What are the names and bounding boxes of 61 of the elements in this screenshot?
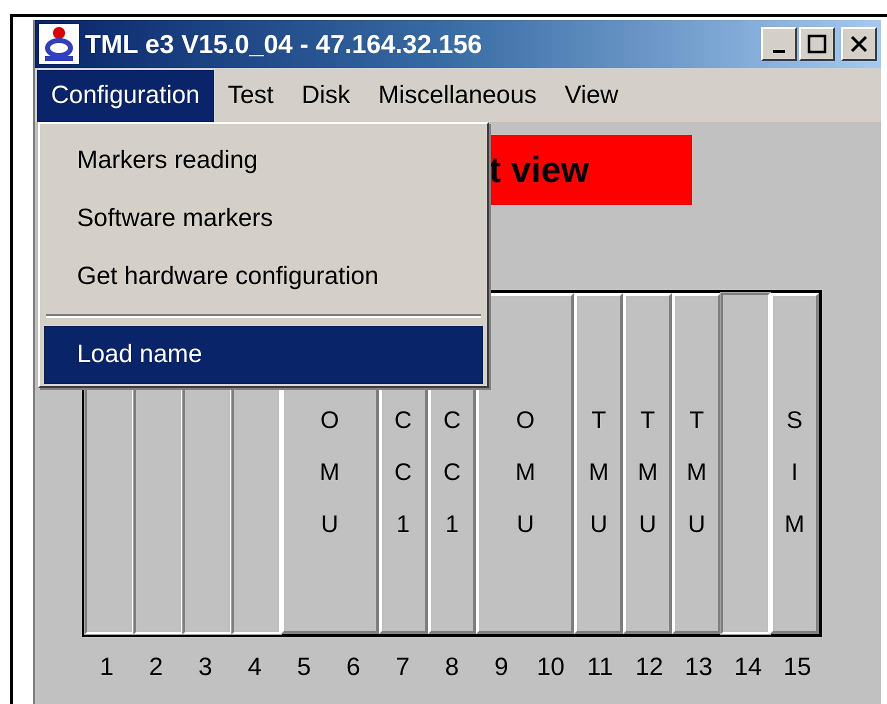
module-letter: M: [638, 458, 658, 488]
slot-number: 15: [782, 652, 812, 683]
module-letter: U: [320, 510, 338, 540]
maximize-icon: [806, 33, 828, 55]
menu-item[interactable]: Test: [214, 70, 288, 122]
module-letter: U: [590, 510, 608, 540]
minimize-icon: [773, 50, 785, 52]
menu-item[interactable]: Disk: [288, 70, 364, 122]
slot-number: 6: [345, 652, 362, 683]
module-card[interactable]: T M U: [574, 293, 624, 634]
module-letter: 1: [396, 510, 410, 540]
module-letter: M: [784, 510, 805, 540]
module-letter: M: [588, 458, 609, 488]
module-letter: T: [689, 406, 704, 436]
module-letter: U: [639, 510, 656, 540]
module-letter: M: [515, 458, 536, 488]
dropdown-item[interactable]: Software markers: [44, 190, 483, 248]
slot-number: 11: [586, 652, 614, 683]
module-letter: U: [688, 510, 706, 540]
slot-number: 1: [98, 652, 115, 683]
module-letter: S: [786, 406, 803, 436]
minimize-button[interactable]: [761, 27, 797, 61]
dropdown-item[interactable]: Markers reading: [44, 132, 483, 190]
close-button[interactable]: [841, 27, 877, 61]
module-card[interactable]: S I M: [770, 293, 819, 634]
module-letter: C: [394, 406, 412, 436]
slot-number: 2: [148, 652, 164, 683]
module-letter: C: [443, 458, 461, 488]
module-card[interactable]: O M U: [476, 293, 574, 634]
slot-number: 14: [733, 652, 763, 683]
maximize-button[interactable]: [799, 27, 835, 61]
slot-number: 5: [296, 652, 312, 683]
slot-number: 13: [684, 652, 714, 683]
menu-item[interactable]: Configuration: [37, 70, 214, 122]
module-letter: I: [791, 458, 798, 488]
slot-number: 12: [634, 652, 664, 683]
slot-number: 4: [246, 652, 263, 683]
menu-item[interactable]: Miscellaneous: [364, 70, 551, 122]
slot-number: 3: [197, 652, 214, 683]
close-icon: [848, 33, 870, 55]
slot-number: 9: [493, 652, 510, 683]
window-title: TML e3 V15.0_04 - 47.164.32.156: [85, 28, 482, 60]
dropdown-item[interactable]: Load name: [44, 326, 483, 384]
app-icon: [39, 24, 79, 64]
slot-number: 7: [394, 652, 411, 683]
module-letter: T: [640, 406, 656, 436]
module-letter: M: [686, 458, 707, 488]
banner-text: t view: [489, 148, 590, 192]
module-card[interactable]: T M U: [623, 293, 672, 634]
module-letter: O: [320, 406, 339, 436]
module-letter: C: [394, 458, 412, 488]
module-letter: C: [443, 406, 461, 436]
menu-item[interactable]: View: [550, 70, 632, 122]
slot-number: 10: [536, 652, 566, 683]
module-letter: U: [516, 510, 534, 540]
module-card[interactable]: T M U: [672, 293, 722, 634]
module-letter: 1: [445, 510, 459, 540]
module-letter: M: [320, 458, 340, 488]
module-letter: T: [591, 406, 606, 436]
slot-number: 8: [444, 652, 460, 683]
module-letter: O: [516, 406, 535, 436]
